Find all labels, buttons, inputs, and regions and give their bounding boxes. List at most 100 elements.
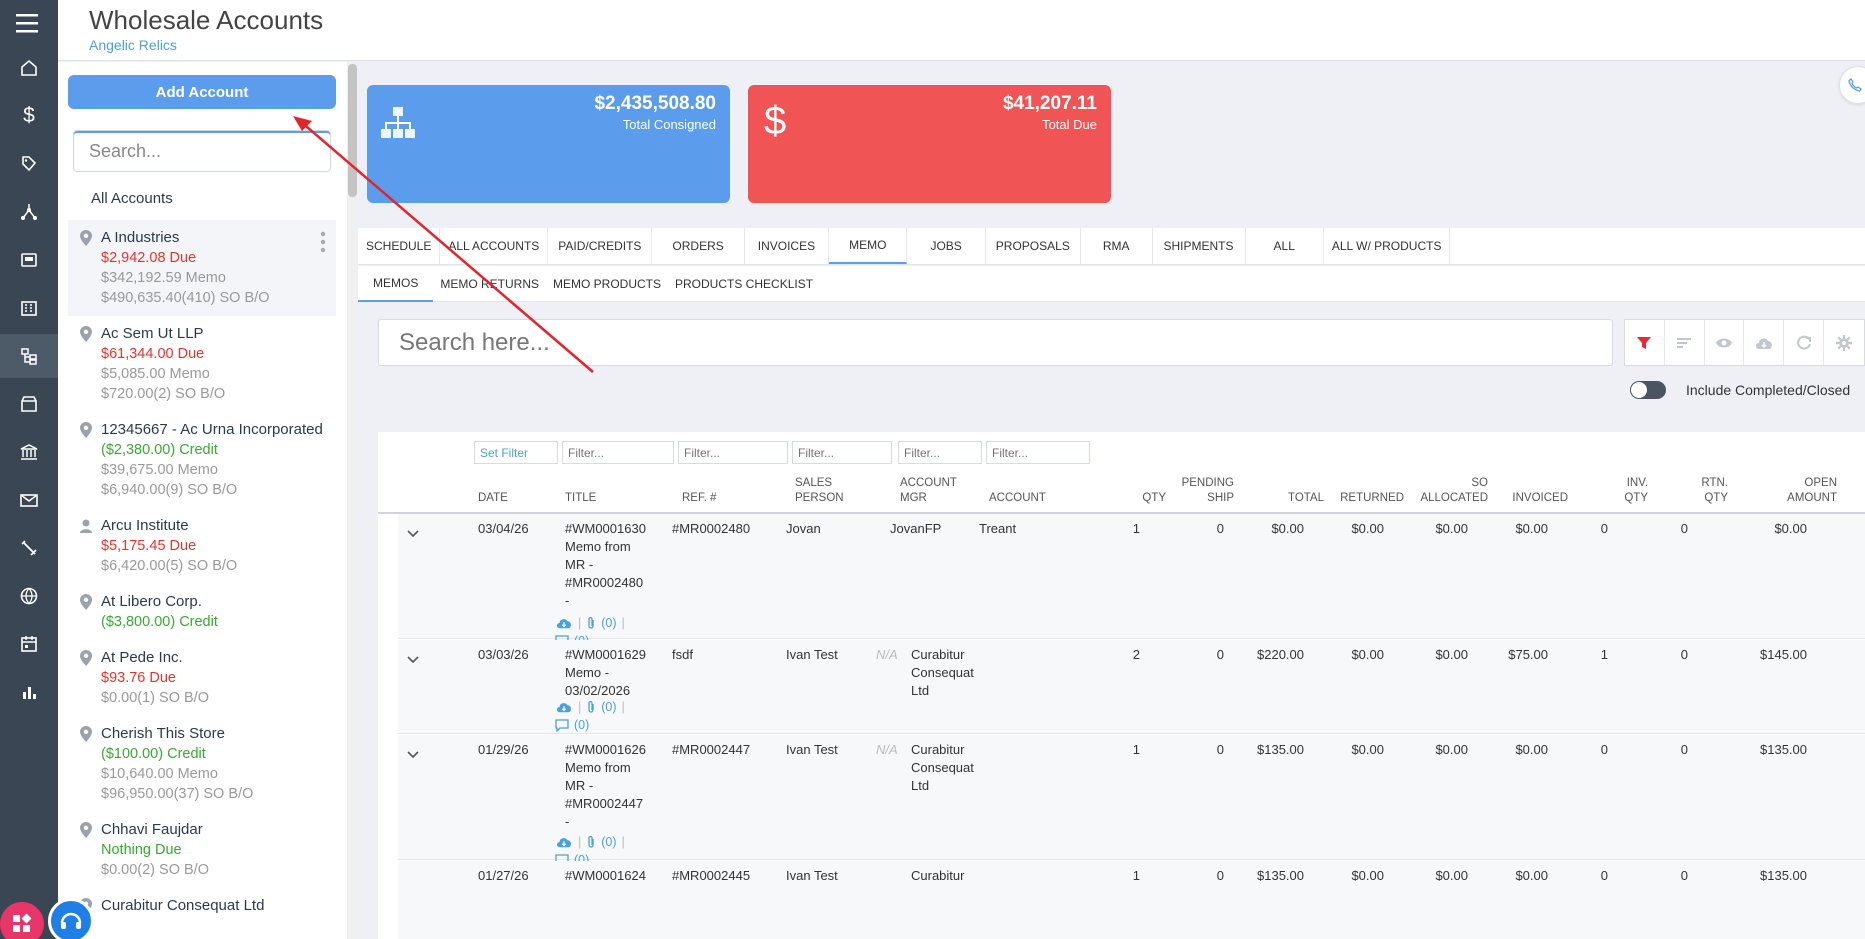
tab-all-accounts[interactable]: ALL ACCOUNTS [440,228,549,264]
filter-ref[interactable] [678,441,788,464]
building-icon[interactable] [0,286,58,330]
filter-title[interactable] [562,441,674,464]
tools-icon[interactable] [0,526,58,570]
refresh-icon[interactable] [1784,320,1825,365]
chart-icon[interactable] [0,670,58,714]
cell-title[interactable]: #WM0001629 Memo -03/02/2026 [565,646,655,700]
table-row[interactable]: 03/04/26 #WM0001630 Memo from MR - #MR00024… [398,514,1865,648]
filter-icon[interactable] [1625,320,1665,365]
cell-ref[interactable]: #MR0002480 [672,520,750,538]
subtab-memo-returns[interactable]: MEMO RETURNS [433,266,546,302]
calendar-icon[interactable] [0,622,58,666]
cell-account[interactable]: Treant [979,520,1016,538]
account-item[interactable]: At Pede Inc. $93.76 Due $0.00(1) SO B/O [68,640,336,716]
cell-title[interactable]: #WM0001626 Memo from MR - #MR0002447- [565,741,655,831]
store-name-link[interactable]: Angelic Relics [89,37,177,53]
sort-icon[interactable] [1665,320,1705,365]
tab-orders[interactable]: ORDERS [652,228,745,264]
account-item[interactable]: Chhavi Faujdar Nothing Due $0.00(2) SO B… [68,812,336,888]
col-date[interactable]: DATE [478,472,508,512]
col-total[interactable]: TOTAL [1248,472,1324,512]
col-pending-ship[interactable]: PENDING SHIP [1170,472,1234,512]
tags-icon[interactable] [0,142,58,186]
col-account-mgr[interactable]: ACCOUNT MGR [900,472,957,512]
filter-account-mgr[interactable] [898,441,982,464]
col-sales-person[interactable]: SALES PERSON [795,472,844,512]
account-item[interactable]: Curabitur Consequat Ltd [68,888,336,924]
table-row[interactable]: 01/29/26 #WM0001626 Memo from MR - #MR00024… [398,735,1865,867]
mail-icon[interactable] [0,478,58,522]
scrollbar-thumb[interactable] [348,64,357,197]
col-title[interactable]: TITLE [565,472,596,512]
sitemap-icon[interactable] [0,334,58,378]
more-options-icon[interactable] [320,230,326,254]
col-returned[interactable]: RETURNED [1328,472,1404,512]
account-search-input[interactable] [73,130,331,172]
register-icon[interactable] [0,238,58,282]
phone-icon[interactable] [1839,66,1865,104]
set-filter-button[interactable]: Set Filter [474,441,558,464]
col-qty[interactable]: QTY [1100,472,1166,512]
account-item[interactable]: A Industries $2,942.08 Due $342,192.59 M… [68,220,336,316]
chevron-down-icon[interactable] [406,652,420,666]
cell-ref[interactable]: fsdf [672,646,693,664]
tab-rma[interactable]: RMA [1081,228,1153,264]
bank-icon[interactable] [0,430,58,474]
menu-icon[interactable] [10,6,46,42]
total-consigned-card[interactable]: $2,435,508.80 Total Consigned [367,85,730,203]
tab-paid-credits[interactable]: PAID/CREDITS [548,228,653,264]
filter-account[interactable] [986,441,1090,464]
attachments[interactable]: | (0) | [555,835,625,849]
col-so-allocated[interactable]: SO ALLOCATED [1408,472,1488,512]
cell-account[interactable]: Curabitur [911,867,964,885]
gear-icon[interactable] [1824,320,1864,365]
cloud-download-icon[interactable] [1744,320,1785,365]
tab-shipments[interactable]: SHIPMENTS [1153,228,1246,264]
subtab-memo-products[interactable]: MEMO PRODUCTS [546,266,668,302]
tab-proposals[interactable]: PROPOSALS [986,228,1081,264]
eye-icon[interactable] [1705,320,1745,365]
subtab-memos[interactable]: MEMOS [358,266,434,302]
filter-sales-person[interactable] [792,441,892,464]
account-item[interactable]: Cherish This Store ($100.00) Credit $10,… [68,716,336,812]
attachments[interactable]: | (0) | [555,700,625,714]
total-due-card[interactable]: $ $41,207.11 Total Due [748,85,1111,203]
account-item[interactable]: Ac Sem Ut LLP $61,344.00 Due $5,085.00 M… [68,316,336,412]
tab-memo[interactable]: MEMO [829,228,908,264]
col-open-amount[interactable]: OPEN AMOUNT [1758,472,1837,512]
include-completed-toggle[interactable]: Include Completed/Closed [1630,381,1850,399]
accounts-scrollbar[interactable] [347,62,358,939]
cell-title[interactable]: #WM0001630 Memo from MR - #MR0002480- [565,520,655,610]
tab-all[interactable]: ALL [1246,228,1324,264]
tab-invoices[interactable]: INVOICES [745,228,830,264]
col-ref[interactable]: REF. # [682,472,717,512]
subtab-products-checklist[interactable]: PRODUCTS CHECKLIST [668,266,820,302]
col-rtn-qty[interactable]: RTN. QTY [1658,472,1728,512]
globe-icon[interactable] [0,574,58,618]
account-item[interactable]: Arcu Institute $5,175.45 Due $6,420.00(5… [68,508,336,584]
col-inv-qty[interactable]: INV. QTY [1578,472,1648,512]
account-item[interactable]: At Libero Corp. ($3,800.00) Credit [68,584,336,640]
cell-title[interactable]: #WM0001624 [565,867,646,885]
dollar-icon[interactable]: $ [0,94,58,138]
store-icon[interactable] [0,382,58,426]
cell-account[interactable]: Curabitur Consequat Ltd [911,646,974,700]
table-row[interactable]: 01/27/26 #WM0001624 #MR0002445 Ivan Test… [398,861,1865,939]
chevron-down-icon[interactable] [406,747,420,761]
toggle-switch[interactable] [1630,381,1666,399]
attachments[interactable]: | (0) | [555,616,625,630]
support-icon[interactable] [48,898,94,939]
chevron-down-icon[interactable] [406,526,420,540]
col-invoiced[interactable]: INVOICED [1492,472,1568,512]
apps-icon[interactable] [0,902,44,939]
tab-all-with-products[interactable]: ALL W/ PRODUCTS [1324,228,1451,264]
network-icon[interactable] [0,190,58,234]
comments[interactable]: (0) [555,718,589,732]
add-account-button[interactable]: Add Account [68,75,336,109]
cell-account[interactable]: Curabitur Consequat Ltd [911,741,974,795]
tab-schedule[interactable]: SCHEDULE [358,228,441,264]
all-accounts-link[interactable]: All Accounts [91,190,173,207]
col-account[interactable]: ACCOUNT [989,472,1046,512]
cell-ref[interactable]: #MR0002447 [672,741,750,759]
cell-ref[interactable]: #MR0002445 [672,867,750,885]
